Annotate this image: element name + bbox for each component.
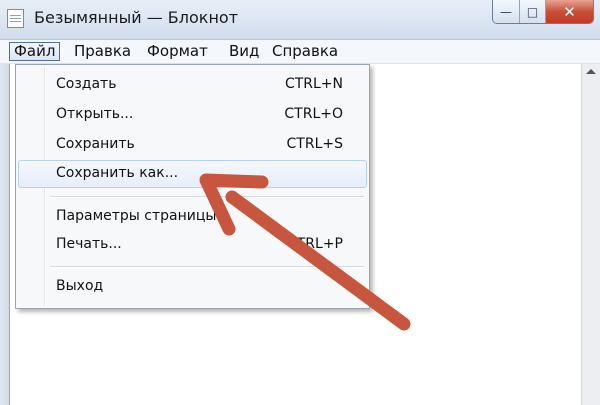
menu-view[interactable]: Вид (225, 42, 263, 61)
menu-item-save-as[interactable]: Сохранить как... (18, 160, 367, 188)
menu-item-label: Открыть... (56, 106, 134, 122)
menu-item-label: Сохранить как... (56, 165, 179, 181)
menu-item-print[interactable]: Печать... CTRL+P (18, 231, 367, 259)
vertical-scrollbar[interactable] (581, 64, 600, 405)
menu-item-shortcut: CTRL+S (286, 136, 343, 152)
menu-bar: Файл Правка Формат Вид Справка (0, 40, 600, 64)
file-menu-dropdown: Создать CTRL+N Открыть... CTRL+O Сохрани… (15, 64, 370, 309)
window-controls: — □ ✕ (492, 0, 594, 24)
menu-item-open[interactable]: Открыть... CTRL+O (18, 101, 367, 129)
close-button[interactable]: ✕ (545, 0, 593, 23)
menu-item-label: Выход (56, 278, 104, 294)
window-left-border (0, 64, 9, 405)
notepad-icon (7, 9, 24, 28)
menu-item-new[interactable]: Создать CTRL+N (18, 71, 367, 99)
menu-separator (50, 266, 364, 268)
menu-item-label: Создать (56, 76, 117, 92)
menu-item-label: Сохранить (56, 136, 135, 152)
menu-item-page-setup[interactable]: Параметры страницы... (18, 203, 367, 231)
menu-edit[interactable]: Правка (70, 42, 135, 61)
window-title: Безымянный — Блокнот (34, 8, 239, 27)
title-bar: Безымянный — Блокнот — □ ✕ (0, 0, 600, 40)
menu-help[interactable]: Справка (268, 42, 342, 61)
menu-item-save[interactable]: Сохранить CTRL+S (18, 131, 367, 159)
menu-item-shortcut: CTRL+P (286, 236, 343, 252)
menu-item-shortcut: CTRL+N (284, 76, 343, 92)
scroll-up-icon[interactable] (586, 69, 596, 74)
menu-item-label: Параметры страницы... (56, 208, 230, 224)
maximize-button[interactable]: □ (519, 0, 545, 23)
menu-file[interactable]: Файл (9, 42, 61, 61)
menu-item-exit[interactable]: Выход (18, 273, 367, 301)
menu-format[interactable]: Формат (143, 42, 212, 61)
menu-item-shortcut: CTRL+O (284, 106, 343, 122)
menu-item-label: Печать... (56, 236, 122, 252)
minimize-button[interactable]: — (493, 0, 519, 23)
menu-separator (50, 196, 364, 198)
